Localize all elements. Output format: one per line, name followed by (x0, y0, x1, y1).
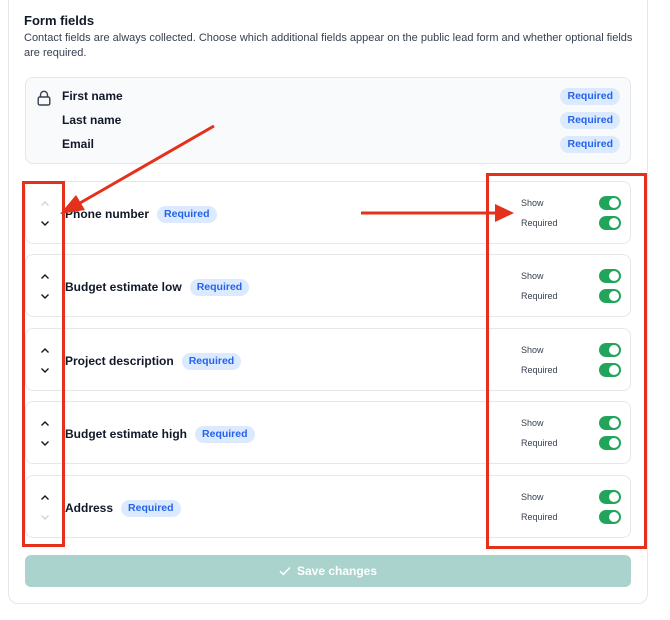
section-description: Contact fields are always collected. Cho… (24, 32, 633, 59)
lock-icon (37, 90, 51, 106)
fixed-field-label: Last name (62, 113, 122, 127)
annotation-box-reorder (22, 181, 65, 547)
fixed-contact-fields: First name Required Last name Required E… (25, 77, 631, 164)
fixed-field-row: Email Required (62, 135, 620, 155)
fixed-field-label: First name (62, 89, 123, 103)
save-changes-label: Save changes (296, 564, 378, 578)
required-badge: Required (189, 279, 250, 296)
check-icon (279, 566, 291, 576)
required-badge: Required (157, 206, 217, 223)
field-name: Budget estimate high Required (65, 426, 255, 443)
required-badge: Required (195, 426, 255, 443)
required-badge: Required (560, 136, 620, 153)
form-fields-page: Form fields Contact fields are always co… (0, 0, 670, 620)
required-badge: Required (560, 112, 620, 129)
fixed-field-row: Last name Required (62, 111, 620, 131)
required-badge: Required (121, 500, 181, 517)
required-badge: Required (560, 88, 620, 105)
fixed-field-label: Email (62, 137, 95, 151)
field-name: Project description Required (65, 353, 242, 370)
field-name: Budget estimate low Required (65, 279, 250, 296)
fixed-field-row: First name Required (62, 87, 620, 107)
annotation-box-toggles (486, 173, 647, 549)
required-badge: Required (181, 353, 242, 370)
save-changes-button[interactable]: Save changes (25, 555, 631, 587)
section-title: Form fields (24, 13, 95, 28)
field-name: Phone number Required (65, 206, 217, 223)
field-name: Address Required (65, 500, 181, 517)
